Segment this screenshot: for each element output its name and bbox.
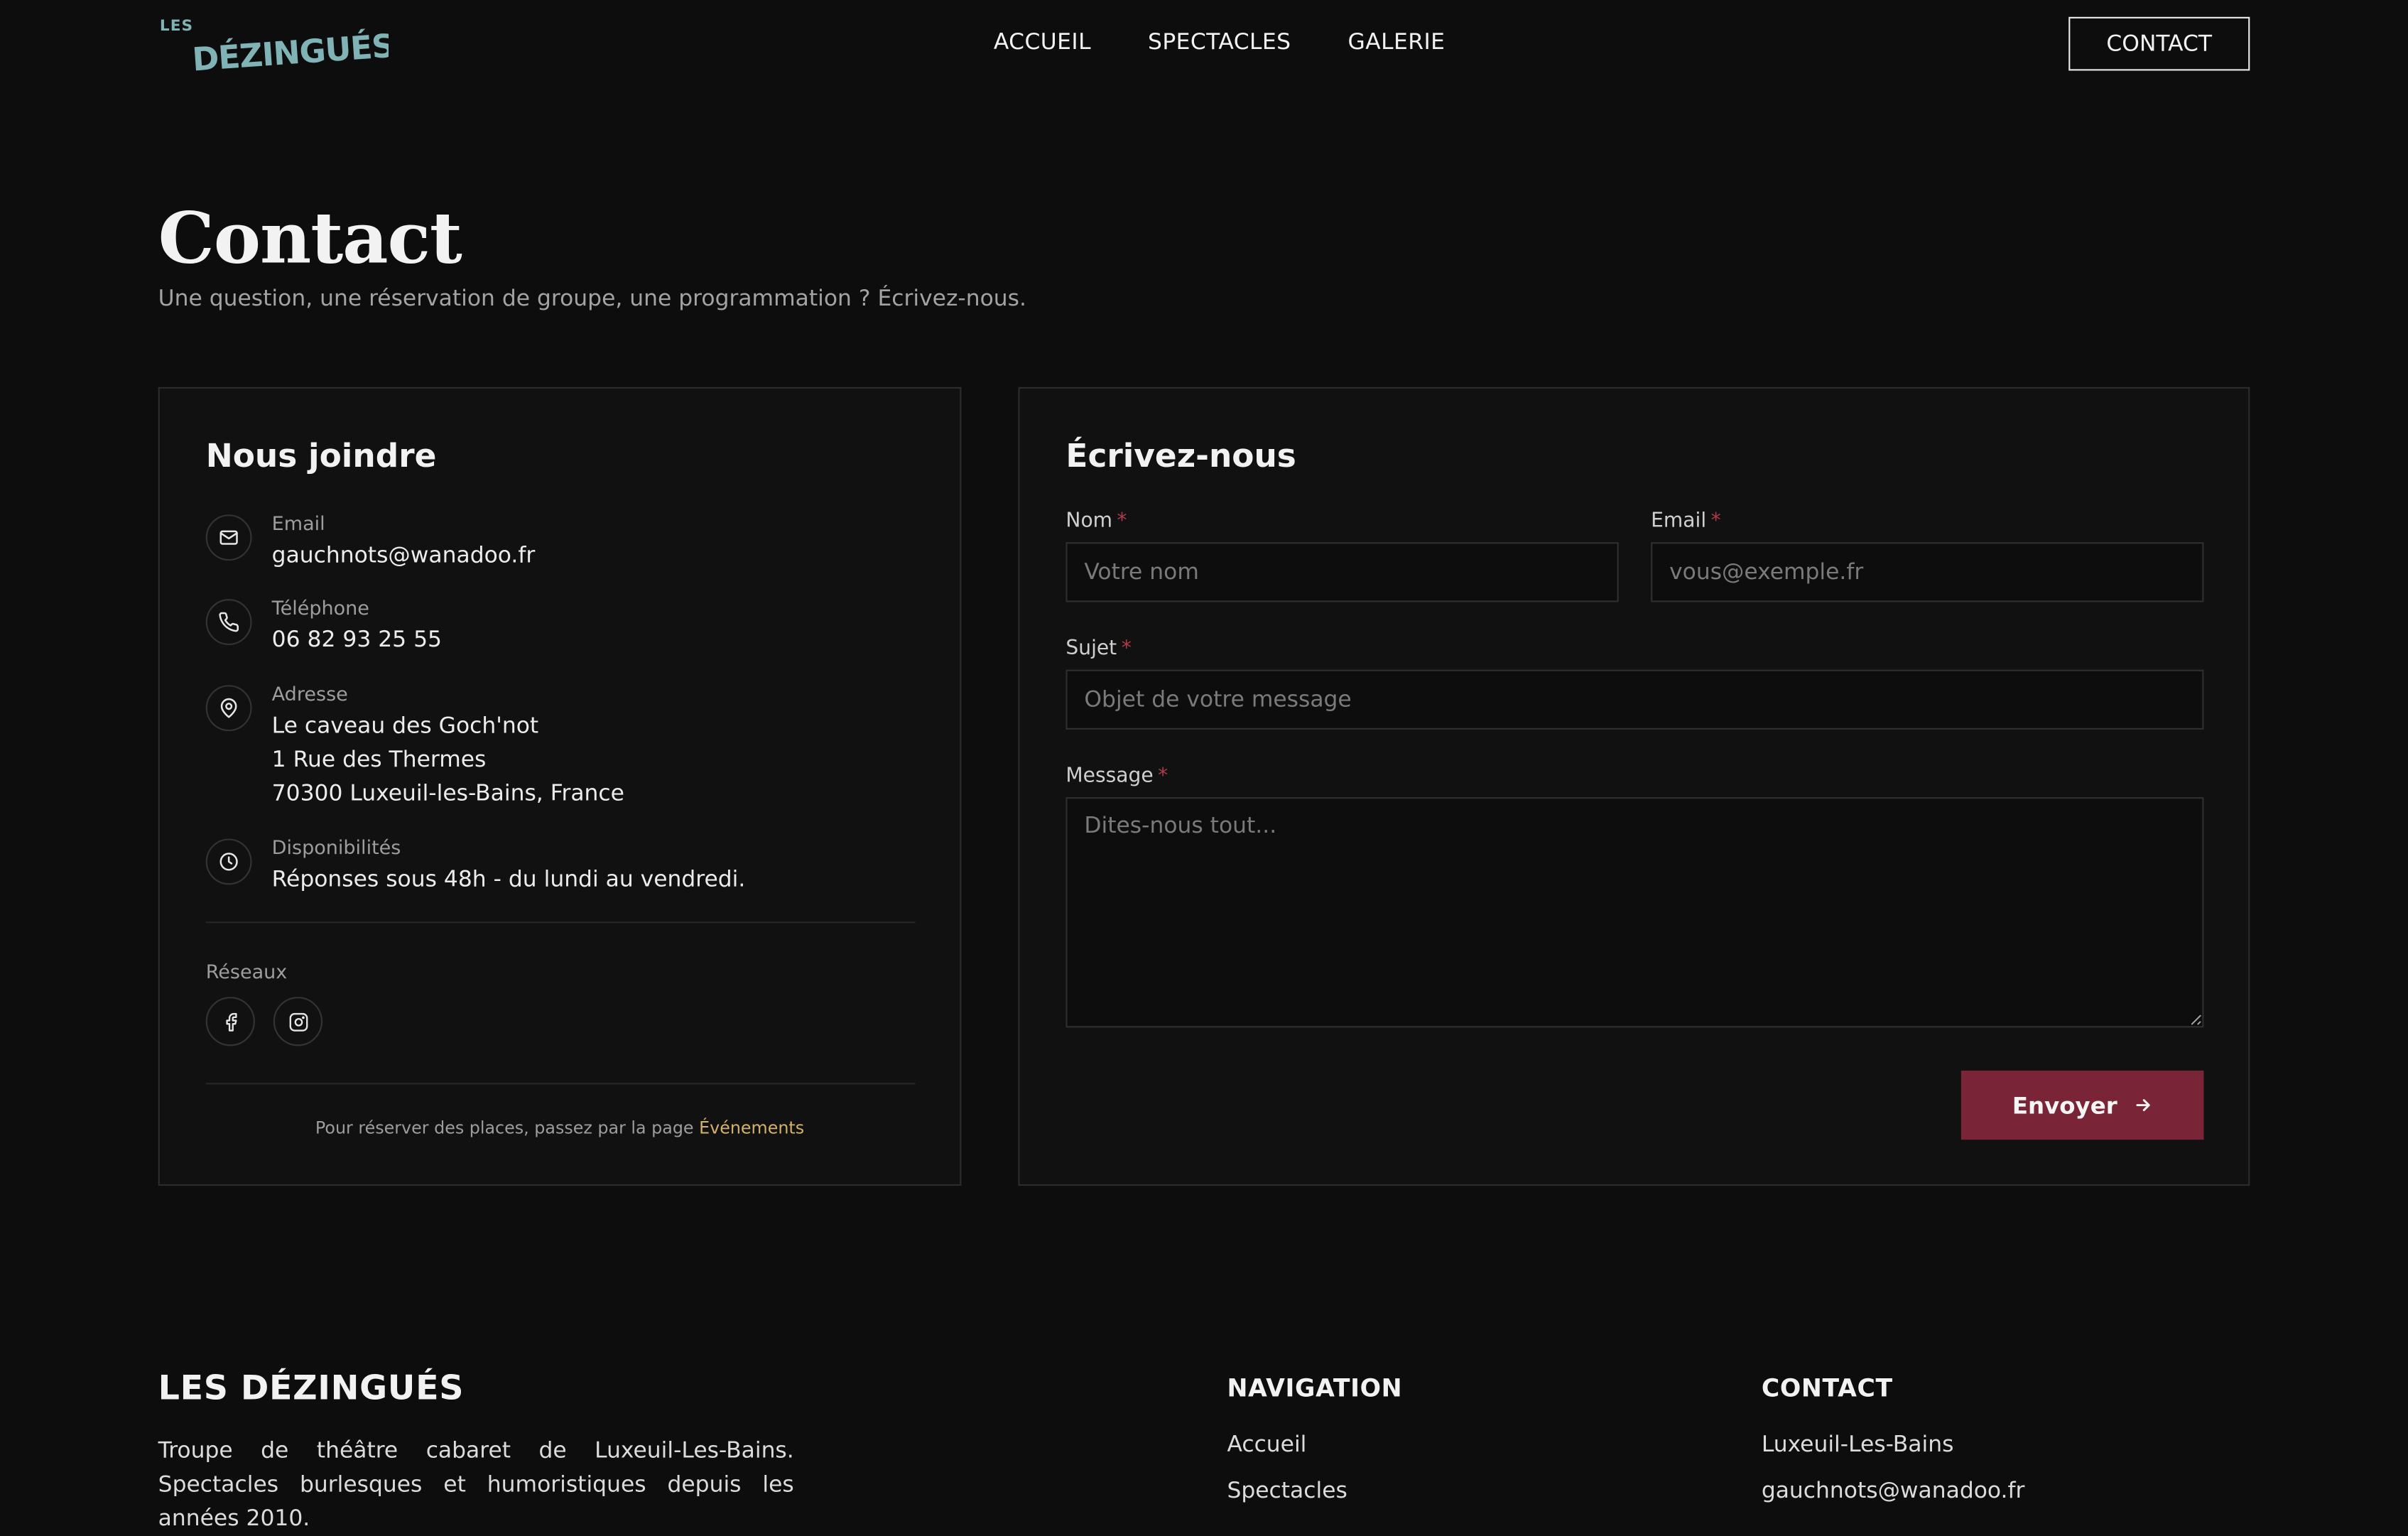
- info-email-label: Email: [271, 511, 325, 535]
- events-link[interactable]: Événements: [699, 1118, 804, 1138]
- address-line-2: 1 Rue des Thermes: [271, 747, 487, 773]
- instagram-icon[interactable]: [273, 997, 323, 1046]
- arrow-right-icon: [2135, 1099, 2150, 1112]
- address-line-1: Le caveau des Goch'not: [271, 714, 539, 739]
- required-mark: *: [1710, 509, 1721, 534]
- footer-link-accueil[interactable]: Accueil: [1227, 1433, 1306, 1458]
- phone-icon: [205, 599, 252, 646]
- info-phone-value[interactable]: 06 82 93 25 55: [272, 624, 442, 658]
- name-label-text: Nom: [1065, 509, 1113, 534]
- form-title: Écrivez-nous: [1065, 438, 1296, 475]
- footer-link-spectacles[interactable]: Spectacles: [1227, 1479, 1347, 1504]
- page-title: Contact: [158, 196, 462, 280]
- divider: [205, 1083, 916, 1085]
- info-phone-label: Téléphone: [271, 595, 369, 620]
- page: LES DÉZINGUÉS ACCUEIL SPECTACLES GALERIE…: [0, 0, 2408, 1532]
- send-button-label: Envoyer: [2012, 1091, 2117, 1120]
- site-logo[interactable]: LES DÉZINGUÉS: [158, 17, 389, 72]
- email-field[interactable]: [1651, 542, 2204, 602]
- contact-form-card: Écrivez-nous Nom* Email* Sujet* Message*…: [1018, 386, 2250, 1186]
- contact-info-title: Nous joindre: [205, 438, 437, 475]
- name-field[interactable]: [1065, 542, 1619, 602]
- info-availability-label: Disponibilités: [271, 835, 401, 859]
- nav-spectacles[interactable]: SPECTACLES: [1148, 31, 1291, 55]
- required-mark: *: [1158, 764, 1168, 789]
- logo-wordmark: DÉZINGUÉS: [191, 26, 389, 72]
- facebook-icon[interactable]: [205, 997, 255, 1046]
- nav-accueil[interactable]: ACCUEIL: [994, 31, 1091, 55]
- mail-icon: [205, 514, 252, 561]
- required-mark: *: [1121, 637, 1132, 661]
- footer-contact-title: CONTACT: [1761, 1373, 1893, 1402]
- address-line-3: 70300 Luxeuil-les-Bains, France: [271, 781, 624, 807]
- footer-email[interactable]: gauchnots@wanadoo.fr: [1762, 1479, 2025, 1504]
- map-pin-icon: [205, 685, 252, 732]
- email-label-text: Email: [1651, 509, 1707, 534]
- booking-note: Pour réserver des places, passez par la …: [160, 1118, 960, 1138]
- info-availability-value: Réponses sous 48h - du lundi au vendredi…: [271, 867, 746, 893]
- name-label: Nom *: [1065, 510, 1127, 533]
- svg-text:DÉZINGUÉS: DÉZINGUÉS: [191, 26, 389, 72]
- message-field[interactable]: [1065, 797, 2204, 1028]
- nav-galerie[interactable]: GALERIE: [1347, 31, 1445, 55]
- send-button[interactable]: Envoyer: [1960, 1070, 2204, 1140]
- info-address-value: Le caveau des Goch'not 1 Rue des Thermes…: [272, 710, 624, 811]
- info-address-label: Adresse: [271, 681, 348, 705]
- main-nav: ACCUEIL SPECTACLES GALERIE: [994, 31, 1446, 55]
- subject-label-text: Sujet: [1065, 637, 1117, 661]
- contact-info-card: Nous joindre Email gauchnots@wanadoo.fr …: [158, 386, 962, 1186]
- contact-button[interactable]: CONTACT: [2068, 16, 2250, 71]
- message-label: Message *: [1065, 765, 1168, 788]
- subject-label: Sujet *: [1065, 637, 1131, 660]
- footer-nav-title: NAVIGATION: [1227, 1373, 1403, 1402]
- email-label: Email *: [1651, 510, 1721, 533]
- footer-city: Luxeuil-Les-Bains: [1761, 1433, 1954, 1458]
- footer-description: Troupe de théâtre cabaret de Luxeuil-Les…: [158, 1439, 794, 1532]
- required-mark: *: [1117, 509, 1127, 534]
- social-label: Réseaux: [205, 960, 288, 983]
- clock-icon: [205, 838, 252, 885]
- page-subtitle: Une question, une réservation de groupe,…: [158, 287, 1026, 312]
- footer-brand: LES DÉZINGUÉS: [158, 1370, 465, 1409]
- site-header: LES DÉZINGUÉS ACCUEIL SPECTACLES GALERIE…: [0, 0, 2408, 89]
- divider: [205, 921, 916, 924]
- subject-field[interactable]: [1065, 669, 2204, 730]
- message-label-text: Message: [1065, 764, 1154, 789]
- info-email-value[interactable]: gauchnots@wanadoo.fr: [272, 539, 536, 573]
- booking-note-text: Pour réserver des places, passez par la …: [315, 1118, 694, 1139]
